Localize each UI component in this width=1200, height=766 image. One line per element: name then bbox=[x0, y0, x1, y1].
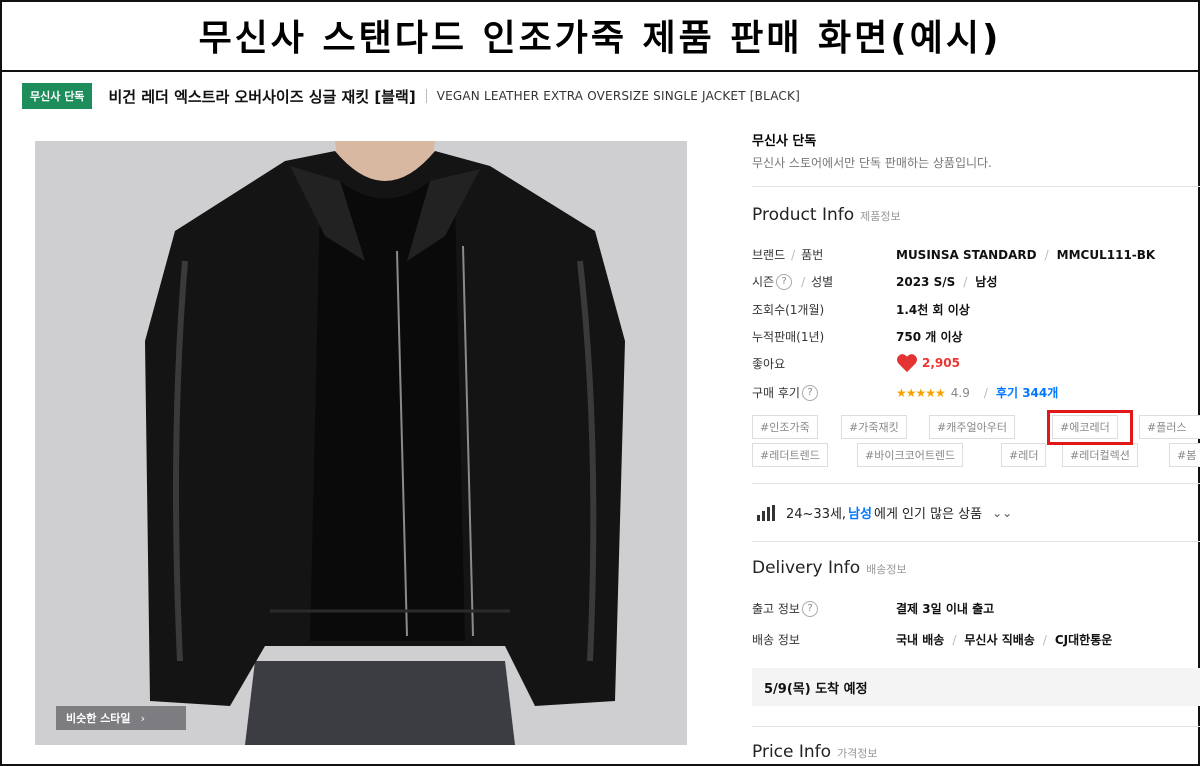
like-count: 2,905 bbox=[922, 356, 960, 370]
name-divider bbox=[425, 89, 427, 103]
rating-score: 4.9 bbox=[950, 385, 970, 400]
review-count-link[interactable]: 후기 344개 bbox=[996, 384, 1058, 401]
shipping-label: 출고 정보 ? bbox=[752, 600, 896, 617]
shipping-row: 출고 정보 ? 결제 3일 이내 출고 bbox=[752, 600, 1200, 617]
delivery-info-heading: Delivery Info 배송정보 bbox=[752, 558, 907, 578]
product-info-heading: Product Info 제품정보 bbox=[752, 205, 901, 225]
chevron-down-icon[interactable]: ⌄⌄ bbox=[992, 506, 1012, 520]
product-header: 무신사 단독 비건 레더 엑스트라 오버사이즈 싱글 재킷 [블랙] VEGAN… bbox=[22, 83, 800, 109]
slash: / bbox=[791, 247, 796, 262]
tag-chip[interactable]: #플러스 bbox=[1139, 415, 1200, 439]
gender-label-text: 성별 bbox=[811, 275, 834, 289]
delivery-method-domestic: 국내 배송 bbox=[896, 633, 945, 647]
likes-row: 좋아요 2,905 bbox=[752, 353, 1200, 373]
jacket-photo-illustration bbox=[35, 141, 687, 745]
price-info-title: Price Info bbox=[752, 742, 832, 762]
delivery-method-row: 배송 정보 국내 배송 / 무신사 직배송 / CJ대한통운 bbox=[752, 631, 1200, 648]
divider bbox=[752, 483, 1200, 484]
tag-chip[interactable]: #캐주얼아우터 bbox=[929, 415, 1015, 439]
divider bbox=[752, 541, 1200, 542]
slash: / bbox=[1042, 632, 1047, 647]
product-info-title: Product Info bbox=[752, 205, 855, 225]
brand-label-text: 브랜드 bbox=[752, 248, 786, 262]
divider bbox=[752, 186, 1200, 187]
sales-label: 누적판매(1년) bbox=[752, 330, 825, 344]
star-rating-icon: ★★★★★ bbox=[896, 385, 946, 400]
slash: / bbox=[801, 274, 806, 289]
brand-label: 브랜드 / 품번 bbox=[752, 246, 896, 263]
similar-style-label: 비슷한 스타일 bbox=[66, 712, 131, 725]
delivery-method-label: 배송 정보 bbox=[752, 633, 800, 647]
exclusive-badge: 무신사 단독 bbox=[22, 83, 93, 109]
views-value: 1.4천 회 이상 bbox=[896, 303, 970, 317]
product-image[interactable] bbox=[35, 141, 687, 745]
product-name-english: VEGAN LEATHER EXTRA OVERSIZE SINGLE JACK… bbox=[436, 89, 800, 103]
tag-chip[interactable]: #레더트렌드 bbox=[752, 443, 828, 467]
popularity-row[interactable]: 24~33세, 남성 에게 인기 많은 상품 ⌄⌄ bbox=[756, 503, 1012, 522]
heart-icon[interactable] bbox=[896, 353, 918, 373]
brand-value: MUSINSA STANDARD / MMCUL111-BK bbox=[896, 248, 1155, 262]
page-title: 무신사 스탠다드 인조가죽 제품 판매 화면(예시) bbox=[0, 0, 1200, 72]
popular-suffix: 에게 인기 많은 상품 bbox=[874, 507, 983, 522]
reviews-label: 구매 후기 ? bbox=[752, 384, 896, 401]
item-number-label-text: 품번 bbox=[801, 248, 824, 262]
help-icon[interactable]: ? bbox=[776, 273, 793, 290]
likes-value: 2,905 bbox=[896, 353, 960, 373]
delivery-method-direct: 무신사 직배송 bbox=[964, 633, 1035, 647]
divider bbox=[752, 726, 1200, 727]
product-name-korean: 비건 레더 엑스트라 오버사이즈 싱글 재킷 [블랙] bbox=[108, 87, 416, 106]
highlight-box bbox=[1047, 410, 1133, 445]
delivery-info-subtitle: 배송정보 bbox=[866, 563, 907, 576]
reviews-label-text: 구매 후기 bbox=[752, 386, 800, 400]
help-icon[interactable]: ? bbox=[801, 600, 818, 617]
slash: / bbox=[983, 385, 988, 400]
reviews-value: ★★★★★ 4.9 / 후기 344개 bbox=[896, 384, 1058, 401]
tag-chip[interactable]: #바이크코어트렌드 bbox=[857, 443, 964, 467]
exclusive-title: 무신사 단독 bbox=[752, 134, 817, 149]
season-value-text: 2023 S/S bbox=[896, 274, 956, 289]
delivery-method-value: 국내 배송 / 무신사 직배송 / CJ대한통운 bbox=[896, 631, 1112, 648]
views-row: 조회수(1개월) 1.4천 회 이상 bbox=[752, 301, 1200, 318]
price-info-heading: Price Info 가격정보 bbox=[752, 742, 878, 762]
item-number: MMCUL111-BK bbox=[1056, 247, 1156, 262]
popular-gender: 남성 bbox=[848, 507, 872, 522]
slash: / bbox=[963, 274, 968, 289]
brand-row: 브랜드 / 품번 MUSINSA STANDARD / MMCUL111-BK bbox=[752, 246, 1200, 263]
sales-value: 750 개 이상 bbox=[896, 330, 963, 344]
brand-name[interactable]: MUSINSA STANDARD bbox=[896, 248, 1037, 262]
season-label: 시즌 ? / 성별 bbox=[752, 273, 896, 290]
shipping-label-text: 출고 정보 bbox=[752, 602, 800, 616]
season-row: 시즌 ? / 성별 2023 S/S / 남성 bbox=[752, 273, 1200, 290]
exclusive-description: 무신사 스토어에서만 단독 판매하는 상품입니다. bbox=[752, 156, 992, 170]
reviews-row: 구매 후기 ? ★★★★★ 4.9 / 후기 344개 bbox=[752, 384, 1200, 401]
chevron-right-icon: › bbox=[140, 711, 145, 725]
tag-chip[interactable]: #레더 bbox=[1001, 443, 1047, 467]
delivery-carrier: CJ대한통운 bbox=[1054, 633, 1113, 647]
tag-chip[interactable]: #가죽재킷 bbox=[841, 415, 907, 439]
slash: / bbox=[952, 632, 957, 647]
delivery-info-title: Delivery Info bbox=[752, 558, 861, 578]
arrival-estimate: 5/9(목) 도착 예정 bbox=[752, 668, 1200, 706]
sales-row: 누적판매(1년) 750 개 이상 bbox=[752, 328, 1200, 345]
similar-style-button[interactable]: 비슷한 스타일 › bbox=[56, 706, 186, 730]
likes-label: 좋아요 bbox=[752, 356, 786, 371]
season-value: 2023 S/S / 남성 bbox=[896, 273, 997, 290]
tag-chip[interactable]: #봄 bbox=[1169, 443, 1200, 467]
season-label-text: 시즌 bbox=[752, 275, 775, 289]
gender-value-text: 남성 bbox=[975, 275, 998, 289]
shipping-value: 결제 3일 이내 출고 bbox=[896, 602, 995, 616]
help-icon[interactable]: ? bbox=[801, 384, 818, 401]
tag-chip[interactable]: #레더컬렉션 bbox=[1062, 443, 1138, 467]
slash: / bbox=[1044, 247, 1049, 262]
bar-chart-icon bbox=[757, 504, 775, 521]
tag-chip[interactable]: #인조가죽 bbox=[752, 415, 818, 439]
price-info-subtitle: 가격정보 bbox=[837, 747, 878, 760]
popular-age: 24~33세, bbox=[786, 507, 847, 522]
views-label: 조회수(1개월) bbox=[752, 303, 825, 317]
product-info-subtitle: 제품정보 bbox=[860, 210, 901, 223]
